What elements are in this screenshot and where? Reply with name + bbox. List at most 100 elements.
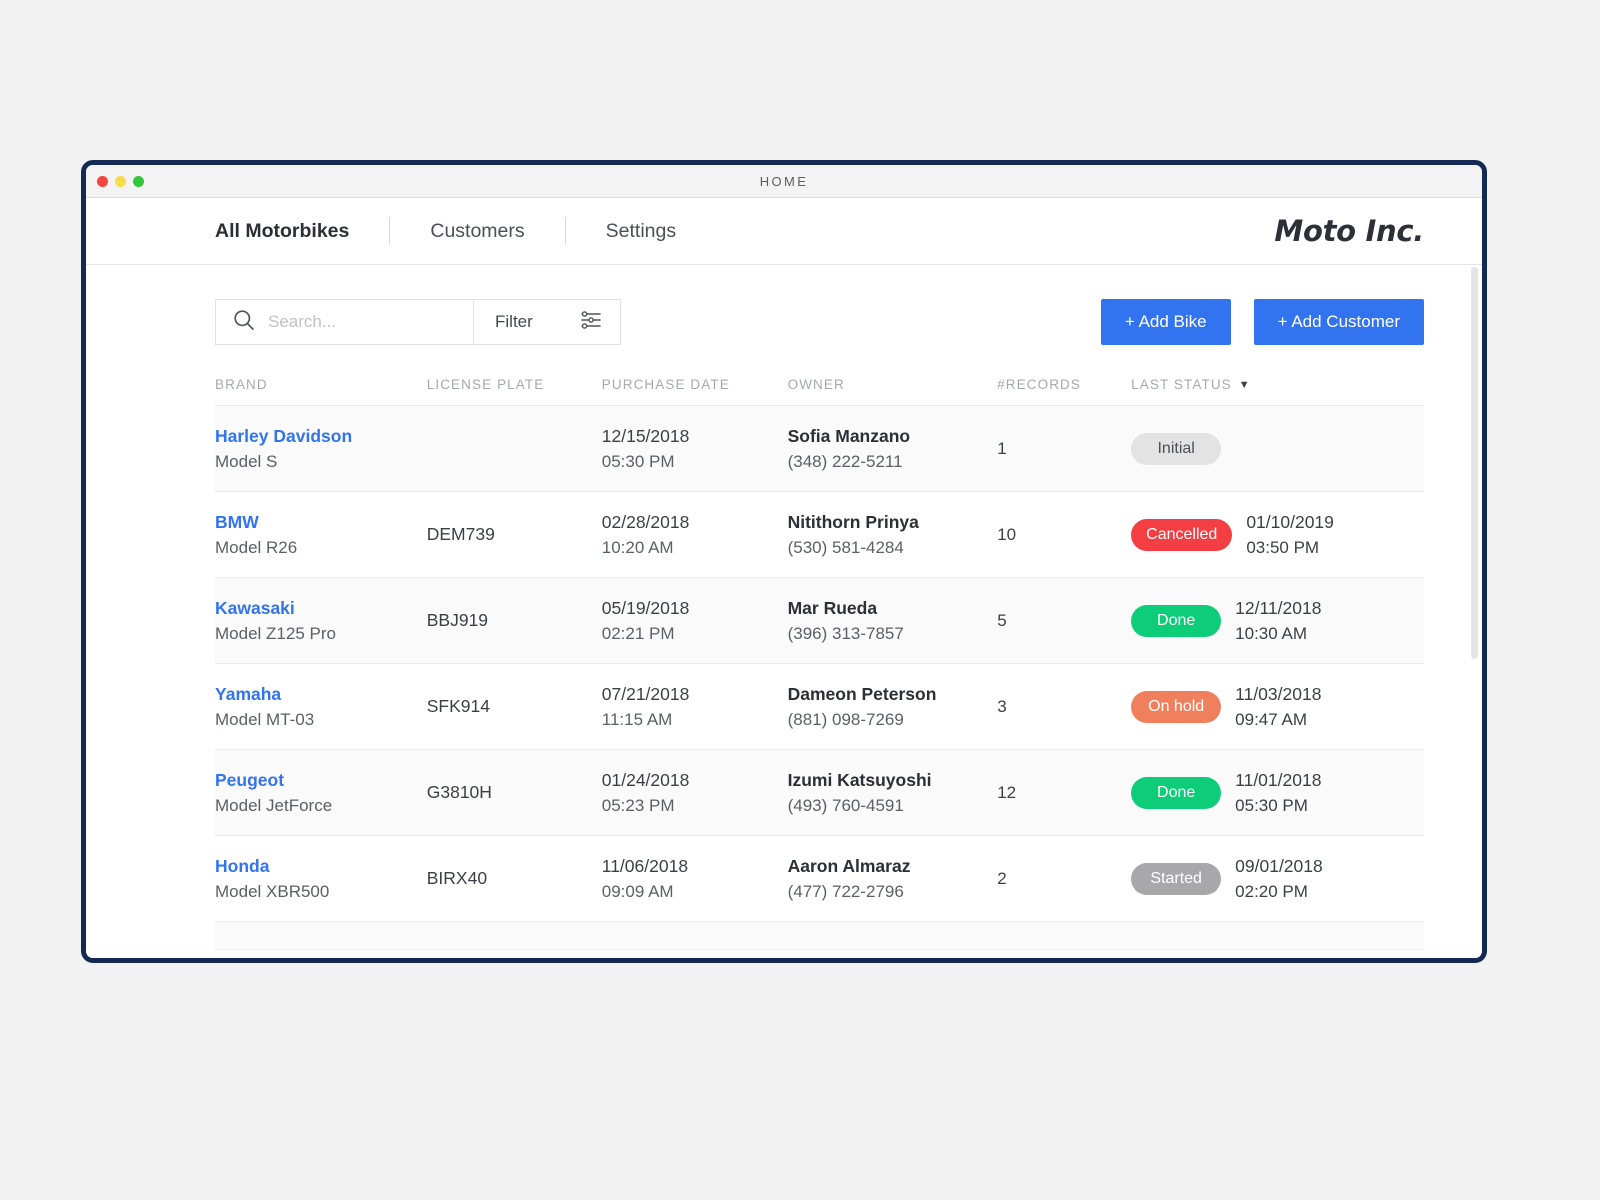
purchase-date-value: 12/15/2018	[601, 425, 690, 446]
cell-purchase-date: 02/28/2018 10:20 AM	[601, 491, 788, 578]
cell-last-status: On hold 11/03/2018 09:47 AM	[1131, 663, 1424, 750]
table-row[interactable]: Kawasaki Model Z125 Pro BBJ919 05/19/201…	[215, 577, 1424, 664]
owner-phone: (493) 760-4591	[787, 795, 904, 815]
nav-item-all-motorbikes[interactable]: All Motorbikes	[215, 220, 389, 243]
maximize-window-icon[interactable]	[133, 175, 144, 187]
records-count: 3	[997, 696, 1007, 716]
status-date: 11/03/2018	[1235, 683, 1322, 704]
model-label: Model MT-03	[215, 709, 315, 729]
filter-sliders-icon	[579, 310, 603, 335]
table-header: BRAND LICENSE PLATE PURCHASE DATE OWNER …	[215, 367, 1424, 406]
column-header-purchase-date[interactable]: PURCHASE DATE	[601, 367, 788, 406]
cell-last-status: Cancelled 01/10/2019 03:50 PM	[1131, 491, 1424, 578]
status-date: 01/10/2019	[1246, 511, 1334, 532]
cell-license-plate: BBJ919	[426, 577, 602, 664]
column-header-records[interactable]: #RECORDS	[997, 367, 1132, 406]
app-window: HOME All Motorbikes Customers Settings M…	[81, 160, 1487, 963]
status-date: 11/01/2018	[1235, 769, 1322, 790]
filter-button[interactable]: Filter	[473, 300, 620, 344]
owner-name: Sofia Manzano	[787, 425, 911, 446]
status-badge: Cancelled	[1131, 518, 1233, 551]
owner-name: Aaron Almaraz	[787, 855, 911, 876]
brand-link[interactable]: Yamaha	[215, 682, 423, 707]
brand-link[interactable]: Harley Davidson	[215, 424, 423, 449]
column-header-last-status[interactable]: LAST STATUS ▼	[1131, 367, 1424, 406]
brand-link[interactable]: Kawasaki	[215, 596, 423, 621]
cell-license-plate: BIRX40	[426, 835, 602, 922]
vertical-scrollbar[interactable]	[1471, 265, 1478, 958]
cell-owner: Izumi Katsuyoshi (493) 760-4591	[787, 749, 998, 836]
search-icon	[233, 309, 255, 336]
cell-last-status: Done 12/11/2018 10:30 AM	[1131, 577, 1424, 664]
model-label: Model R26	[215, 537, 298, 557]
add-customer-button[interactable]: + Add Customer	[1253, 299, 1424, 345]
records-count: 10	[997, 524, 1017, 544]
status-date: 09/01/2018	[1235, 855, 1323, 876]
cell-records: 12	[997, 749, 1132, 836]
table-row[interactable]: Harley Davidson Model S 12/15/2018 05:30…	[215, 405, 1424, 492]
status-badge: Done	[1131, 604, 1222, 637]
purchase-date-value: 01/24/2018	[601, 769, 690, 790]
close-window-icon[interactable]	[97, 175, 108, 187]
brand-link[interactable]: Peugeot	[215, 768, 423, 793]
column-header-brand[interactable]: BRAND	[215, 367, 427, 406]
cell-records: 5	[997, 577, 1132, 664]
cell-purchase-date: 01/24/2018 05:23 PM	[601, 749, 788, 836]
toolbar-actions: + Add Bike + Add Customer	[1100, 299, 1424, 345]
add-bike-button[interactable]: + Add Bike	[1100, 299, 1231, 345]
status-timestamp: 12/11/2018 10:30 AM	[1235, 596, 1321, 646]
nav-items: All Motorbikes Customers Settings	[215, 217, 716, 245]
scrollbar-thumb[interactable]	[1471, 267, 1478, 659]
nav-item-customers[interactable]: Customers	[390, 220, 564, 243]
cell-last-status: Started 09/01/2018 02:20 PM	[1131, 835, 1424, 922]
minimize-window-icon[interactable]	[115, 175, 126, 187]
cell-brand: Kawasaki Model Z125 Pro	[215, 577, 427, 664]
column-header-owner[interactable]: OWNER	[787, 367, 998, 406]
cell-brand: Harley Davidson Model S	[215, 405, 427, 492]
brand-link[interactable]: Honda	[215, 854, 423, 879]
owner-name: Nitithorn Prinya	[787, 511, 919, 532]
status-time: 05:30 PM	[1235, 795, 1308, 815]
records-count: 12	[997, 782, 1017, 802]
cell-purchase-date: 05/19/2018 02:21 PM	[601, 577, 788, 664]
owner-phone: (530) 581-4284	[787, 537, 904, 557]
purchase-time-value: 11:15 AM	[601, 709, 673, 729]
license-plate-value: BIRX40	[426, 868, 488, 888]
main-navbar: All Motorbikes Customers Settings Moto I…	[86, 198, 1482, 265]
cell-records: 2	[997, 835, 1132, 922]
owner-phone: (396) 313-7857	[787, 623, 904, 643]
search-filter-group: Filter	[215, 299, 621, 345]
model-label: Model JetForce	[215, 795, 333, 815]
cell-license-plate: DEM739	[426, 491, 602, 578]
table-row[interactable]: Honda Model XBR500 BIRX40 11/06/2018 09:…	[215, 835, 1424, 922]
column-header-license-plate[interactable]: LICENSE PLATE	[426, 367, 602, 406]
model-label: Model S	[215, 451, 278, 471]
status-timestamp: 01/10/2019 03:50 PM	[1246, 510, 1334, 560]
table-row[interactable]: Yamaha Model MT-03 SFK914 07/21/2018 11:…	[215, 663, 1424, 750]
cell-purchase-date: 11/06/2018 09:09 AM	[601, 835, 788, 922]
table-row-partial[interactable]	[215, 922, 1424, 950]
nav-item-settings[interactable]: Settings	[566, 220, 716, 243]
cell-owner: Nitithorn Prinya (530) 581-4284	[787, 491, 998, 578]
cell-brand: Honda Model XBR500	[215, 835, 427, 922]
status-time: 03:50 PM	[1246, 537, 1320, 557]
cell-owner: Dameon Peterson (881) 098-7269	[787, 663, 998, 750]
search-field[interactable]	[216, 300, 473, 344]
status-date: 12/11/2018	[1235, 597, 1322, 618]
status-badge: Done	[1131, 776, 1222, 809]
status-badge: On hold	[1131, 690, 1222, 723]
table-row[interactable]: BMW Model R26 DEM739 02/28/2018 10:20 AM	[215, 491, 1424, 578]
purchase-time-value: 09:09 AM	[601, 881, 674, 901]
cell-last-status: Done 11/01/2018 05:30 PM	[1131, 749, 1424, 836]
purchase-date-value: 02/28/2018	[601, 511, 690, 532]
table-row[interactable]: Peugeot Model JetForce G3810H 01/24/2018…	[215, 749, 1424, 836]
records-count: 2	[997, 868, 1007, 888]
search-input[interactable]	[268, 312, 448, 332]
filter-label: Filter	[495, 312, 533, 331]
column-header-last-status-label: LAST STATUS	[1131, 377, 1232, 392]
purchase-date-value: 11/06/2018	[601, 855, 689, 876]
brand-link[interactable]: BMW	[215, 510, 423, 535]
status-time: 09:47 AM	[1235, 709, 1307, 729]
app-logo: Moto Inc.	[1274, 214, 1424, 248]
purchase-time-value: 10:20 AM	[601, 537, 674, 557]
